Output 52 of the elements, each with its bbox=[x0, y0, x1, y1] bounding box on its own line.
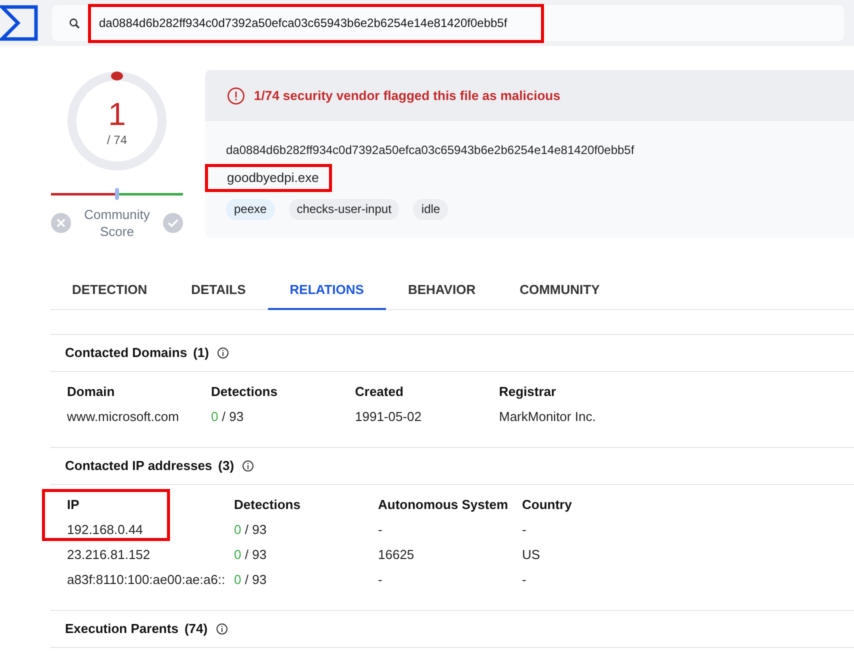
section-title: Contacted IP addresses bbox=[65, 457, 212, 476]
tab[interactable]: DETAILS bbox=[169, 272, 268, 310]
table-cell-text: US bbox=[522, 546, 542, 564]
column-header: Detections bbox=[211, 383, 278, 401]
community-score-label: Community Score bbox=[83, 206, 151, 240]
check-icon[interactable] bbox=[163, 213, 183, 233]
logo-icon[interactable] bbox=[0, 4, 38, 42]
column-header: IP bbox=[67, 496, 80, 514]
search-field[interactable]: da0884d6b282ff934c0d7392a50efca03c65943b6e2b6254e14e81420f0ebb5f bbox=[88, 4, 544, 42]
info-icon[interactable] bbox=[242, 460, 254, 472]
column-header: Detections bbox=[234, 496, 302, 514]
detections-cell-text: 0 / 93 bbox=[234, 521, 268, 539]
tag[interactable]: peexe bbox=[226, 199, 275, 220]
tab[interactable]: BEHAVIOR bbox=[386, 272, 498, 310]
column-header: Country bbox=[522, 496, 573, 514]
tab[interactable]: DETECTION bbox=[50, 272, 170, 310]
table-cell-text: - bbox=[378, 521, 384, 539]
table-cell-text: 192.168.0.44 bbox=[67, 521, 144, 539]
section-count: (3) bbox=[218, 457, 234, 476]
table-cell-text: MarkMonitor Inc. bbox=[499, 408, 597, 426]
tab[interactable]: RELATIONS bbox=[268, 272, 386, 310]
search-icon bbox=[69, 18, 80, 28]
column-header: Autonomous System bbox=[378, 496, 510, 514]
detections-cell-text: 0 / 93 bbox=[234, 546, 268, 564]
detection-count: 1 bbox=[108, 97, 126, 131]
tab[interactable]: COMMUNITY bbox=[498, 272, 622, 310]
file-hash: da0884d6b282ff934c0d7392a50efca03c65943b6e2b6254e14e81420f0ebb5f bbox=[226, 142, 636, 158]
section-title: Execution Parents bbox=[65, 620, 178, 638]
alert-message: 1/74 security vendor flagged this file as malicious bbox=[254, 86, 560, 105]
column-header: Created bbox=[355, 383, 404, 401]
detections-cell-text: 0 / 93 bbox=[211, 408, 245, 426]
section-count: (74) bbox=[184, 620, 208, 638]
table-cell-text: - bbox=[378, 571, 384, 589]
table-cell-text: 1991-05-02 bbox=[355, 408, 422, 426]
table-cell-text: a83f:8110:100:ae00:ae:a6:: bbox=[67, 571, 226, 589]
column-header: Registrar bbox=[499, 383, 558, 401]
table-cell-text: - bbox=[522, 521, 528, 539]
tag[interactable]: checks-user-input bbox=[288, 199, 400, 220]
tag[interactable]: idle bbox=[413, 199, 448, 220]
info-icon[interactable] bbox=[216, 347, 229, 359]
table-cell-text: www.microsoft.com bbox=[67, 408, 180, 426]
section-count: (1) bbox=[193, 344, 209, 362]
table-cell-text: 16625 bbox=[378, 546, 416, 564]
detection-total: / 74 bbox=[106, 132, 127, 149]
table-cell-text: - bbox=[522, 571, 528, 589]
file-name: goodbyedpi.exe bbox=[205, 164, 332, 192]
alert-icon bbox=[227, 86, 245, 104]
column-header: Domain bbox=[67, 383, 116, 401]
table-cell-text: 23.216.81.152 bbox=[67, 546, 152, 564]
info-icon[interactable] bbox=[216, 623, 228, 635]
section-title: Contacted Domains bbox=[65, 344, 188, 362]
detections-cell-text: 0 / 93 bbox=[234, 571, 268, 589]
